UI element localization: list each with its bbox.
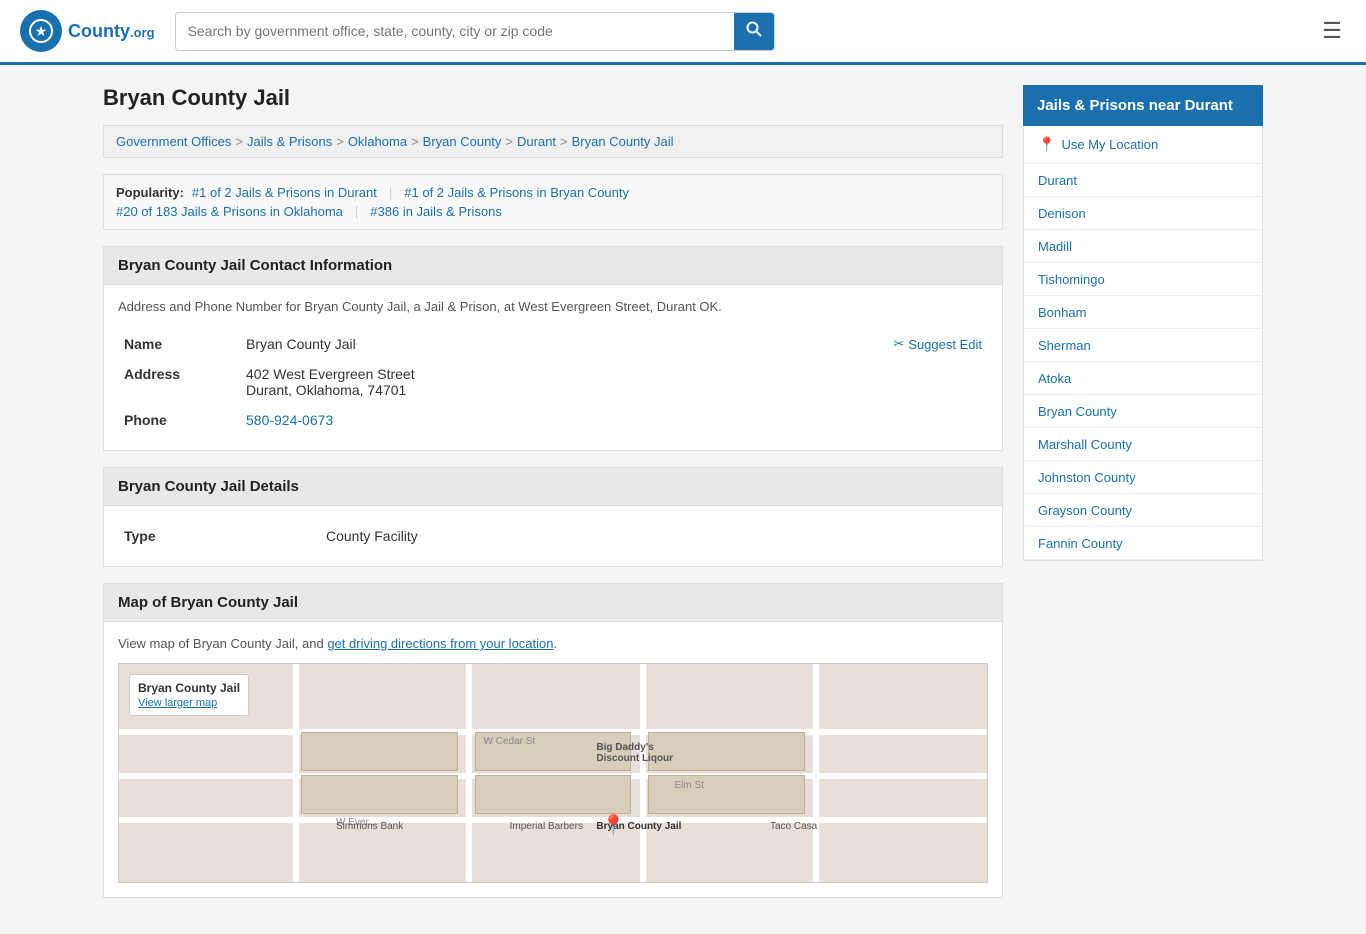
phone-label: Phone bbox=[120, 406, 240, 434]
map-text-label: W Cedar St bbox=[484, 736, 536, 747]
details-table: Type County Facility bbox=[118, 520, 988, 552]
breadcrumb-item[interactable]: Government Offices bbox=[116, 134, 231, 149]
logo[interactable]: ★ County.org bbox=[20, 10, 155, 52]
map-description: View map of Bryan County Jail, and get d… bbox=[118, 636, 988, 651]
breadcrumb-item[interactable]: Bryan County Jail bbox=[572, 134, 674, 149]
view-larger-map-link[interactable]: View larger map bbox=[138, 697, 217, 709]
type-value: County Facility bbox=[322, 522, 986, 550]
breadcrumb: Government Offices > Jails & Prisons > O… bbox=[103, 125, 1003, 158]
sidebar-item: Tishomingo bbox=[1024, 263, 1262, 296]
details-section-body: Type County Facility bbox=[103, 506, 1003, 567]
name-label: Name bbox=[120, 330, 240, 358]
map-section-header: Map of Bryan County Jail bbox=[103, 583, 1003, 622]
sidebar-item-link[interactable]: Madill bbox=[1038, 239, 1072, 254]
sidebar-item-link[interactable]: Durant bbox=[1038, 173, 1077, 188]
sidebar-item: Sherman bbox=[1024, 329, 1262, 362]
breadcrumb-item[interactable]: Jails & Prisons bbox=[247, 134, 332, 149]
sidebar-item: Marshall County bbox=[1024, 428, 1262, 461]
sidebar-item: Denison bbox=[1024, 197, 1262, 230]
map-text-label2: Elm St bbox=[675, 780, 704, 791]
type-label: Type bbox=[120, 522, 320, 550]
sidebar-item: Johnston County bbox=[1024, 461, 1262, 494]
logo-icon: ★ bbox=[20, 10, 62, 52]
map-container[interactable]: W Cedar St Elm St W Ever... Big Daddy'sD… bbox=[118, 663, 988, 883]
name-value: Bryan County Jail bbox=[246, 336, 356, 352]
search-bar bbox=[175, 12, 775, 51]
use-location-link[interactable]: Use My Location bbox=[1061, 137, 1158, 152]
map-business-label2: Simmons Bank bbox=[336, 821, 403, 832]
sidebar-item-link[interactable]: Sherman bbox=[1038, 338, 1091, 353]
sidebar-item: Madill bbox=[1024, 230, 1262, 263]
details-section-header: Bryan County Jail Details bbox=[103, 467, 1003, 506]
sidebar-item: Grayson County bbox=[1024, 494, 1262, 527]
map-business-label: Big Daddy'sDiscount Liqour bbox=[596, 742, 673, 764]
sidebar-item-link[interactable]: Johnston County bbox=[1038, 470, 1136, 485]
search-button[interactable] bbox=[734, 13, 774, 50]
sidebar-item-link[interactable]: Grayson County bbox=[1038, 503, 1132, 518]
breadcrumb-item[interactable]: Oklahoma bbox=[348, 134, 407, 149]
sidebar-item-link[interactable]: Atoka bbox=[1038, 371, 1071, 386]
sidebar-item-link[interactable]: Marshall County bbox=[1038, 437, 1132, 452]
sidebar-item: Bonham bbox=[1024, 296, 1262, 329]
location-pin-icon: 📍 bbox=[1038, 136, 1055, 153]
breadcrumb-item[interactable]: Bryan County bbox=[423, 134, 502, 149]
address-label: Address bbox=[120, 360, 240, 404]
popularity-bar: Popularity: #1 of 2 Jails & Prisons in D… bbox=[103, 174, 1003, 230]
sidebar-item: Durant bbox=[1024, 164, 1262, 197]
suggest-edit-link[interactable]: ✂ Suggest Edit bbox=[893, 336, 982, 352]
sidebar-item: Fannin County bbox=[1024, 527, 1262, 560]
sidebar-item-link[interactable]: Bonham bbox=[1038, 305, 1086, 320]
sidebar-item-link[interactable]: Bryan County bbox=[1038, 404, 1117, 419]
content-area: Bryan County Jail Government Offices > J… bbox=[103, 85, 1003, 914]
driving-directions-link[interactable]: get driving directions from your locatio… bbox=[327, 636, 553, 651]
map-business-label4: Taco Casa bbox=[770, 821, 817, 832]
sidebar-item-link[interactable]: Tishomingo bbox=[1038, 272, 1105, 287]
contact-section-body: Address and Phone Number for Bryan Count… bbox=[103, 285, 1003, 451]
sidebar-item-link[interactable]: Denison bbox=[1038, 206, 1086, 221]
map-pin: 📍 bbox=[601, 813, 626, 838]
sidebar: Jails & Prisons near Durant 📍 Use My Loc… bbox=[1023, 85, 1263, 914]
page-title: Bryan County Jail bbox=[103, 85, 1003, 111]
sidebar-body: 📍 Use My Location Durant Denison Madill Tis… bbox=[1023, 126, 1263, 561]
menu-button[interactable]: ☰ bbox=[1318, 14, 1346, 48]
contact-section-header: Bryan County Jail Contact Information bbox=[103, 246, 1003, 285]
svg-text:★: ★ bbox=[35, 23, 48, 39]
address-line1: 402 West Evergreen Street bbox=[246, 366, 982, 382]
map-section-body: View map of Bryan County Jail, and get d… bbox=[103, 622, 1003, 898]
contact-table: Name Bryan County Jail ✂ Suggest Edit Ad… bbox=[118, 328, 988, 436]
sidebar-item-link[interactable]: Fannin County bbox=[1038, 536, 1123, 551]
address-line2: Durant, Oklahoma, 74701 bbox=[246, 382, 982, 398]
sidebar-title: Jails & Prisons near Durant bbox=[1023, 85, 1263, 126]
map-label-box: Bryan County Jail View larger map bbox=[129, 674, 249, 716]
map-business-label3: Imperial Barbers bbox=[510, 821, 583, 832]
use-my-location[interactable]: 📍 Use My Location bbox=[1024, 126, 1262, 164]
sidebar-item: Bryan County bbox=[1024, 395, 1262, 428]
breadcrumb-item[interactable]: Durant bbox=[517, 134, 556, 149]
search-input[interactable] bbox=[176, 15, 734, 47]
contact-description: Address and Phone Number for Bryan Count… bbox=[118, 299, 988, 314]
sidebar-item: Atoka bbox=[1024, 362, 1262, 395]
phone-link[interactable]: 580-924-0673 bbox=[246, 412, 333, 428]
